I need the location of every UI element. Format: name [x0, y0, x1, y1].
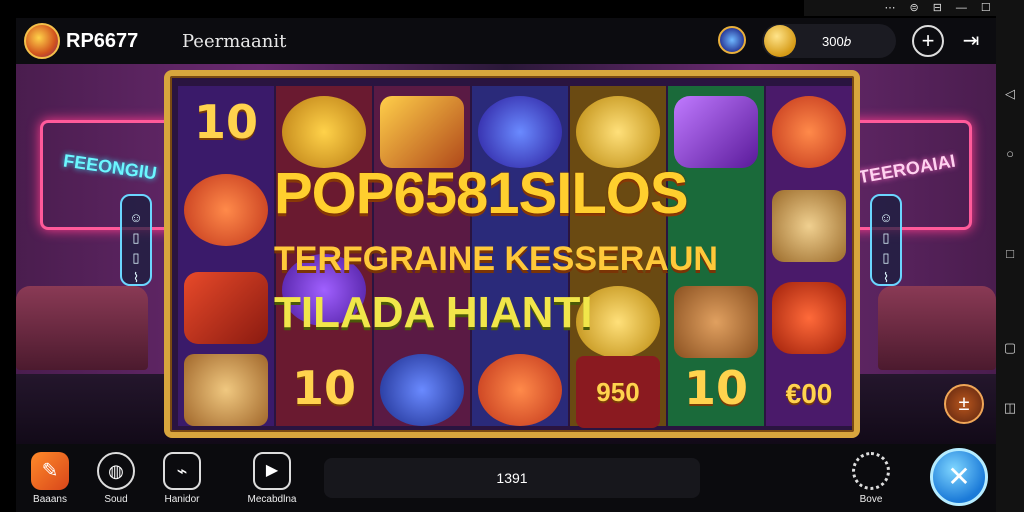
neon-sign-left: FEEONGIU [40, 120, 180, 230]
game-scene: FEEONGIU TEEROAIAI ☺ ▯ ▯ ⌇ ☺ ▯ ▯ ⌇ 10 10 [16, 64, 996, 444]
home-icon[interactable]: ○ [1002, 146, 1018, 161]
bottom-label-1: Baaans [33, 494, 67, 505]
pouch-symbol [674, 286, 758, 358]
exit-menu-button[interactable]: ⇥ [958, 28, 984, 54]
bottom-label-4: Mecabdlna [247, 494, 297, 505]
screenshot-icon[interactable]: ▢ [1002, 340, 1018, 356]
sound-button[interactable]: ◍ Soud [94, 452, 138, 505]
reel-frame: 10 10 950 10 €00 POP6581SILOS TERFGRAINE… [164, 70, 860, 438]
symbol-10: 10 [193, 95, 258, 149]
tomato-symbol-b [478, 354, 562, 426]
settings-button[interactable]: Bove [848, 452, 894, 505]
headline-subtitle: TERFGRAINE KESSERAUN [274, 240, 718, 278]
back-icon[interactable]: ◁ [1002, 86, 1018, 102]
blue-bomb-symbol [380, 354, 464, 426]
game-logo [24, 23, 60, 59]
tomato-symbol [184, 174, 268, 246]
side-panel-right-button[interactable]: ☺ ▯ ▯ ⌇ [870, 194, 902, 286]
torch-symbol [380, 96, 464, 168]
gamepad-icon[interactable]: ⊜ [909, 0, 918, 16]
gold-ring-symbol [576, 96, 660, 168]
play-icon: ▶ [253, 452, 291, 490]
emulator-top-bar: ⋯ ⊜ ⊟ — ☐ ✕ [804, 0, 1024, 16]
minimize-icon[interactable]: — [956, 0, 967, 16]
side-right-icons: ☺ ▯ ▯ ⌇ [879, 210, 893, 285]
recents-icon[interactable]: □ [1002, 246, 1018, 261]
settings-label: Bove [859, 494, 883, 505]
brand-name: RP6677 [66, 30, 139, 52]
emulator-side-bar: ◁ ○ □ ▢ ◫ [996, 0, 1024, 512]
reel-7: €00 [766, 86, 852, 426]
bet-info-bar: 1391 [324, 458, 700, 498]
coin-value: 300𝑏 [822, 34, 851, 49]
symbol-10-b: 10 [291, 361, 356, 415]
symbol-950: 950 [576, 356, 660, 428]
sound-icon: ◍ [97, 452, 135, 490]
reel-1: 10 [178, 86, 274, 426]
coin-icon [764, 25, 796, 57]
screen-icon[interactable]: ⊟ [933, 0, 942, 16]
coin-balance[interactable]: 300𝑏 [762, 24, 896, 58]
sack-symbol [772, 190, 846, 262]
gold-coin-symbol [282, 96, 366, 168]
headline-title: POP6581SILOS [274, 161, 689, 226]
gear-icon [852, 452, 890, 490]
maximize-icon[interactable]: ☐ [981, 0, 991, 16]
media-button[interactable]: ▶ Mecabdlna [236, 452, 308, 505]
add-coins-button[interactable]: + [912, 25, 944, 57]
top-bar: RP6677 Peermaanit 300𝑏 + ⇥ [16, 18, 996, 64]
multiwindow-icon[interactable]: ◫ [1002, 400, 1018, 416]
pencil-icon: ✎ [31, 452, 69, 490]
neon-sign-left-text: FEEONGIU [62, 150, 159, 184]
neon-sign-right-text: TEEROAIAI [856, 150, 957, 188]
hammer-symbol [184, 272, 268, 344]
chart-icon: ⌁ [163, 452, 201, 490]
carrot-symbol [772, 282, 846, 354]
bottom-label-2: Soud [104, 494, 128, 505]
sofa-right [878, 286, 996, 370]
bottom-bar: ✎ Baaans ◍ Soud ⌁ Hanidor ▶ Mecabdlna 13… [16, 444, 996, 512]
basket-symbol [184, 354, 268, 426]
symbol-e00: €00 [785, 378, 833, 409]
bottom-label-3: Hanidor [164, 494, 200, 505]
symbol-10-c: 10 [683, 361, 748, 415]
gem-icon[interactable] [718, 26, 746, 54]
more-icon[interactable]: ⋯ [884, 0, 895, 16]
neon-sign-right: TEEROAIAI [842, 120, 972, 230]
bonus-menu-button[interactable]: ✎ Baaans [24, 452, 76, 505]
blue-blob-symbol [478, 96, 562, 168]
sofa-left [16, 286, 148, 370]
side-panel-left-button[interactable]: ☺ ▯ ▯ ⌇ [120, 194, 152, 286]
side-left-icons: ☺ ▯ ▯ ⌇ [129, 210, 143, 285]
potion-symbol [674, 96, 758, 168]
bonus-button[interactable]: ± [944, 384, 984, 424]
history-button[interactable]: ⌁ Hanidor [158, 452, 206, 505]
spin-button[interactable]: ✕ [930, 448, 988, 506]
page-title: Peermaanit [182, 31, 287, 52]
headline-tagline: TILADA HIANTI [274, 288, 593, 337]
tomato-symbol-c [772, 96, 846, 168]
